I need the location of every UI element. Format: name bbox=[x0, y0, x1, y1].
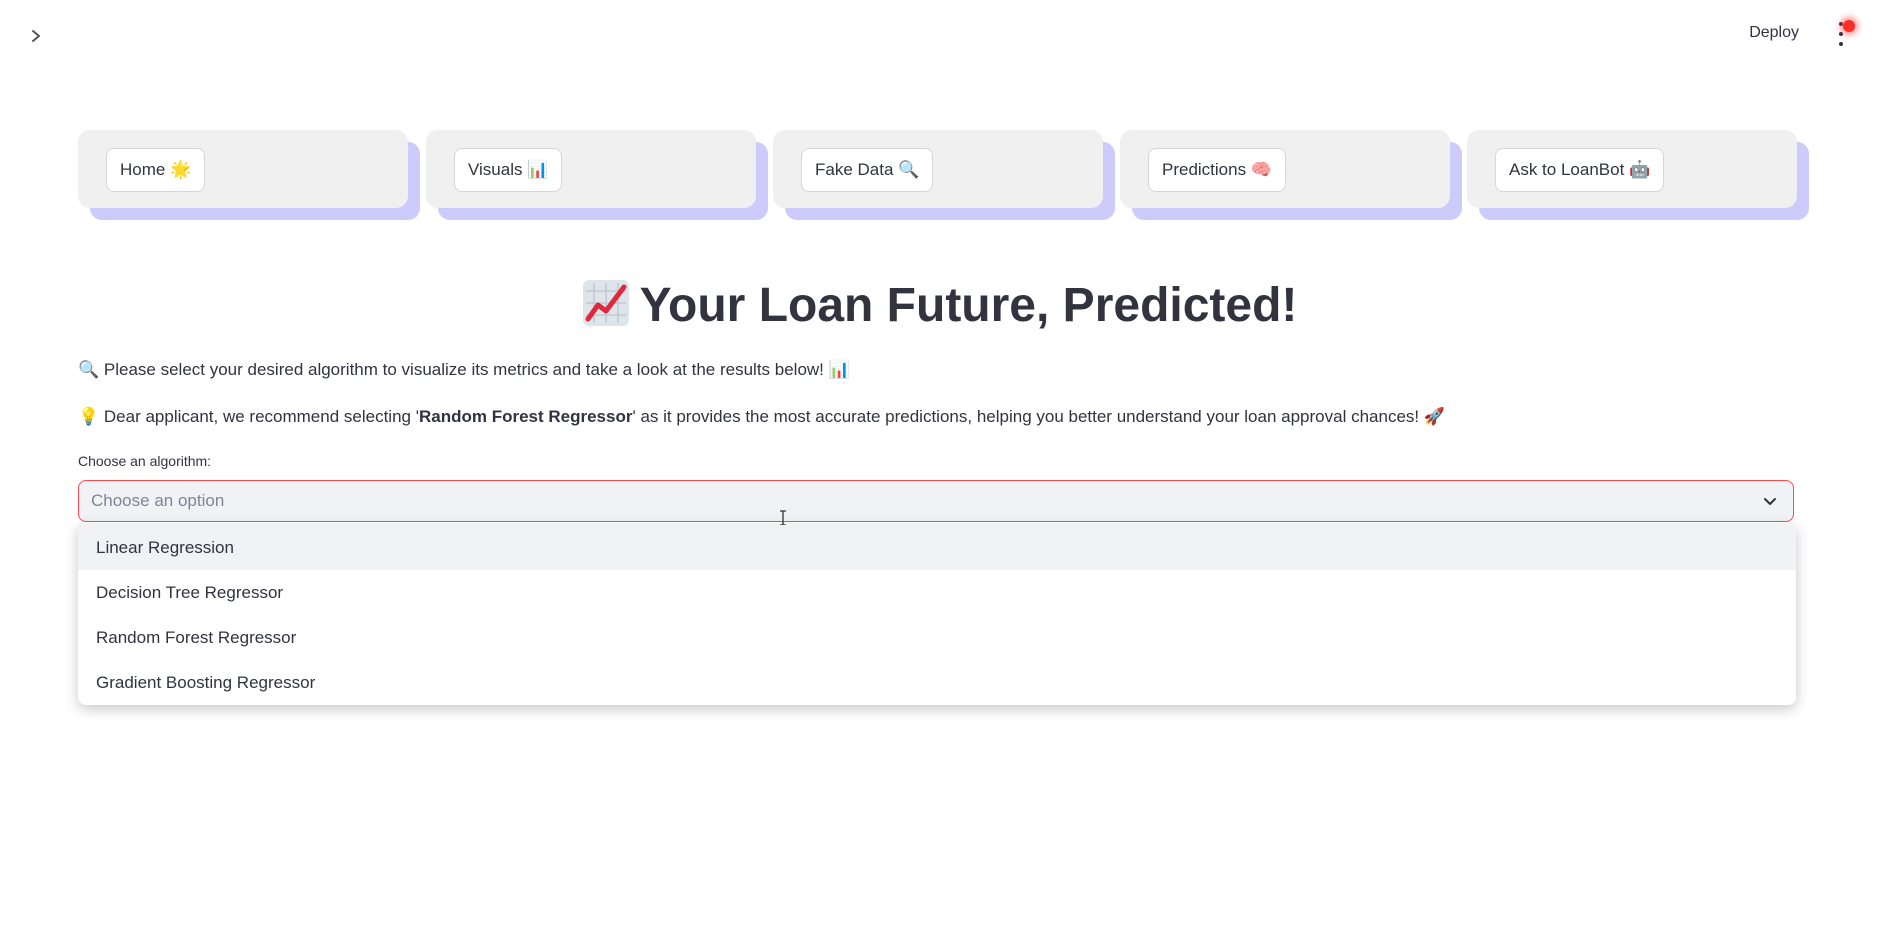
running-status-indicator bbox=[1843, 20, 1855, 32]
nav-visuals-button[interactable]: Visuals 📊 bbox=[454, 148, 563, 192]
nav-card-loanbot: Ask to LoanBot 🤖 bbox=[1467, 130, 1797, 208]
recommendation-suffix: ' as it provides the most accurate predi… bbox=[632, 407, 1446, 426]
algorithm-select-placeholder: Choose an option bbox=[91, 491, 225, 510]
nav-card-fake-data: Fake Data 🔍 bbox=[773, 130, 1103, 208]
text-cursor-icon bbox=[778, 510, 788, 526]
intro-text: 🔍 Please select your desired algorithm t… bbox=[78, 360, 850, 379]
sidebar-expand-chevron-icon[interactable] bbox=[26, 26, 46, 46]
chevron-down-icon[interactable] bbox=[1761, 492, 1779, 510]
option-gradient-boosting-regressor[interactable]: Gradient Boosting Regressor bbox=[78, 660, 1796, 705]
nav-predictions-button[interactable]: Predictions 🧠 bbox=[1148, 148, 1286, 192]
option-decision-tree-regressor[interactable]: Decision Tree Regressor bbox=[78, 570, 1796, 615]
option-linear-regression[interactable]: Linear Regression bbox=[78, 525, 1796, 570]
nav-card-home: Home 🌟 bbox=[78, 130, 408, 208]
nav-bar: Home 🌟 Visuals 📊 Fake Data 🔍 Predictions… bbox=[78, 130, 1810, 222]
algorithm-select[interactable]: Choose an option bbox=[78, 480, 1794, 522]
deploy-button[interactable]: Deploy bbox=[1749, 24, 1799, 42]
page-title-text: Your Loan Future, Predicted! bbox=[639, 279, 1298, 332]
nav-home-button[interactable]: Home 🌟 bbox=[106, 148, 206, 192]
nav-loanbot-button[interactable]: Ask to LoanBot 🤖 bbox=[1495, 148, 1665, 192]
page-title: Your Loan Future, Predicted! bbox=[0, 278, 1879, 333]
option-random-forest-regressor[interactable]: Random Forest Regressor bbox=[78, 615, 1796, 660]
algorithm-dropdown-menu: Linear Regression Decision Tree Regresso… bbox=[78, 525, 1796, 705]
recommendation-text: 💡 Dear applicant, we recommend selecting… bbox=[78, 407, 1445, 427]
nav-card-predictions: Predictions 🧠 bbox=[1120, 130, 1450, 208]
nav-fake-data-button[interactable]: Fake Data 🔍 bbox=[801, 148, 934, 192]
chart-increasing-icon bbox=[582, 279, 630, 327]
main-menu-icon[interactable] bbox=[1833, 20, 1855, 46]
recommendation-prefix: 💡 Dear applicant, we recommend selecting… bbox=[78, 407, 419, 426]
recommendation-highlight: Random Forest Regressor bbox=[418, 407, 633, 426]
nav-card-visuals: Visuals 📊 bbox=[426, 130, 756, 208]
algorithm-select-label: Choose an algorithm: bbox=[78, 453, 212, 469]
